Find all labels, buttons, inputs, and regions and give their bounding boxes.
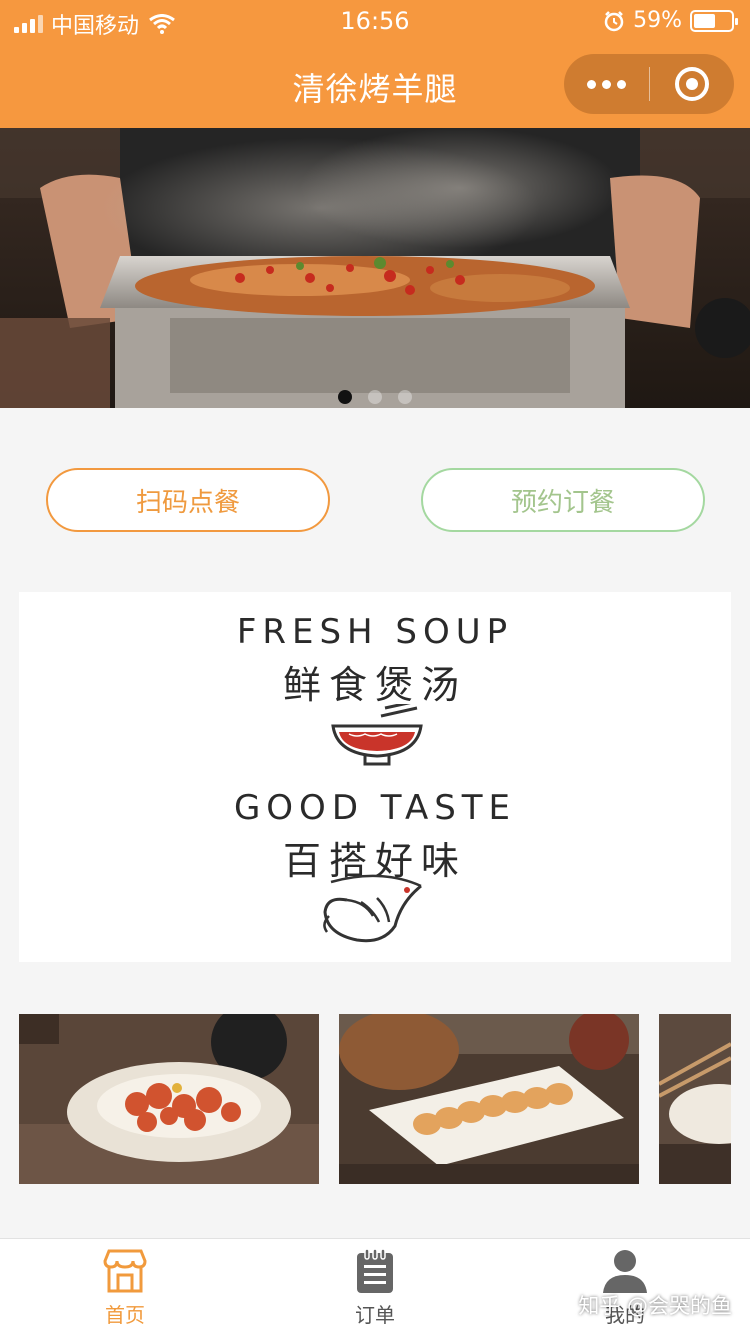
order-notepad-icon xyxy=(357,1248,393,1293)
promo-card[interactable]: FRESH SOUP 鲜食煲汤 GOOD TASTE 百搭好味 xyxy=(19,592,731,962)
promo-line1-en: FRESH SOUP xyxy=(236,612,514,652)
alarm-clock-icon xyxy=(604,10,624,31)
status-right: 59% xyxy=(603,8,738,33)
sliced-sausage-plate-photo xyxy=(339,1014,639,1184)
gallery-item[interactable] xyxy=(339,1014,639,1184)
carousel-dot[interactable] xyxy=(338,390,352,404)
food-gallery[interactable] xyxy=(19,1014,731,1184)
status-bar: 中国移动 16:56 59% xyxy=(0,0,750,42)
target-close-icon[interactable] xyxy=(650,67,735,101)
tab-home-label: 首页 xyxy=(105,1303,145,1327)
sweet-sour-pork-photo xyxy=(19,1014,319,1184)
battery-percent: 59% xyxy=(633,8,682,33)
carousel-dots xyxy=(0,390,750,404)
promo-line1-zh: 鲜食煲汤 xyxy=(282,663,467,707)
promo-line2-en: GOOD TASTE xyxy=(233,788,517,828)
grilled-fish-tray-photo xyxy=(0,128,750,408)
gallery-item[interactable] xyxy=(19,1014,319,1184)
battery-fill xyxy=(694,13,716,28)
dish-photo-partial xyxy=(659,1014,731,1184)
shrimp-icon xyxy=(323,874,422,943)
carousel-dot[interactable] xyxy=(398,390,412,404)
gallery-item[interactable] xyxy=(659,1014,731,1184)
tab-home[interactable]: 首页 xyxy=(0,1239,250,1334)
tab-orders-label: 订单 xyxy=(355,1303,395,1327)
soup-bowl-icon xyxy=(331,704,423,766)
banner-carousel[interactable] xyxy=(0,128,750,408)
reserve-order-button[interactable]: 预约订餐 xyxy=(421,468,705,532)
mini-program-capsule xyxy=(564,54,734,114)
store-home-icon xyxy=(103,1249,147,1293)
watermark-text: 知乎 @会哭的鱼 xyxy=(578,1294,732,1318)
header: 中国移动 16:56 59% 清徐烤羊腿 xyxy=(0,0,750,128)
battery-icon xyxy=(690,9,738,32)
user-profile-icon xyxy=(603,1250,647,1293)
scan-order-button[interactable]: 扫码点餐 xyxy=(46,468,330,532)
more-dots-icon[interactable] xyxy=(564,79,649,89)
carousel-dot[interactable] xyxy=(368,390,382,404)
tab-orders[interactable]: 订单 xyxy=(250,1239,500,1334)
